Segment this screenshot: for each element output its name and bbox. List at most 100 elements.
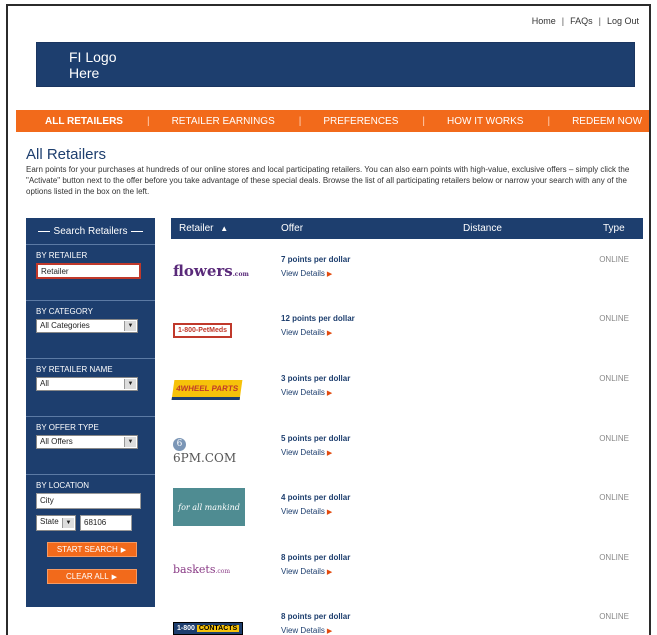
retailer-input[interactable]: Retailer (36, 263, 141, 279)
nav-separator: | (422, 115, 425, 127)
state-zip-row: State ▼ 68106 (36, 515, 147, 531)
fi-logo-placeholder[interactable]: FI Logo Here (69, 49, 116, 81)
nav-retailer-earnings[interactable]: RETAILER EARNINGS (172, 116, 275, 127)
retailer-logo-flowers[interactable]: flowers.com (173, 253, 249, 289)
view-details-link[interactable]: View Details ▶ (281, 507, 332, 516)
filter-label: BY LOCATION (36, 481, 90, 490)
arrow-right-icon: ▶ (326, 569, 333, 576)
separator: | (598, 16, 601, 26)
arrow-right-icon: ▶ (326, 450, 333, 457)
zip-input[interactable]: 68106 (80, 515, 132, 531)
6pm-logo: 66PM.COM (173, 435, 245, 465)
faqs-link[interactable]: FAQs (570, 16, 593, 26)
offer-text: 8 points per dollar (281, 553, 351, 562)
retailer-logo-baskets[interactable]: baskets.com (173, 551, 245, 587)
filter-by-offer-type: BY OFFER TYPE All Offers ▼ (26, 416, 155, 474)
table-row: 4WHEEL PARTS 3 points per dollar View De… (171, 360, 643, 420)
search-sidebar: Search Retailers BY RETAILER Retailer BY… (26, 218, 155, 607)
type-label: ONLINE (599, 314, 629, 323)
city-input[interactable]: City (36, 493, 141, 509)
nav-all-retailers[interactable]: ALL RETAILERS (45, 116, 123, 127)
view-details-link[interactable]: View Details ▶ (281, 626, 332, 635)
separator: | (561, 16, 565, 26)
arrow-right-icon: ▶ (326, 271, 333, 278)
filter-by-retailer-name: BY RETAILER NAME All ▼ (26, 358, 155, 416)
view-details-link[interactable]: View Details ▶ (281, 328, 332, 337)
column-header-offer: Offer (281, 223, 304, 234)
contacts-logo: 1-800 CONTACTS (173, 621, 244, 635)
main-nav: ALL RETAILERS | RETAILER EARNINGS | PREF… (16, 110, 649, 132)
offer-type-select[interactable]: All Offers ▼ (36, 435, 138, 449)
arrow-right-icon: ▶ (326, 509, 333, 516)
view-details-link[interactable]: View Details ▶ (281, 448, 332, 457)
nav-separator: | (146, 115, 150, 127)
retailer-logo-contacts[interactable]: 1-800 CONTACTS (173, 610, 245, 635)
type-label: ONLINE (599, 434, 629, 443)
chevron-down-icon[interactable]: ▼ (62, 518, 74, 528)
button-label: CLEAR ALL (65, 572, 109, 581)
view-details-link[interactable]: View Details ▶ (281, 269, 332, 278)
offer-text: 12 points per dollar (281, 314, 355, 323)
filter-label: BY CATEGORY (36, 307, 93, 316)
offer-text: 3 points per dollar (281, 374, 351, 383)
filter-by-location: BY LOCATION City State ▼ 68106 START SEA… (26, 474, 155, 607)
results-table-header: Retailer ▲ Offer Distance Type (171, 218, 643, 239)
filter-label: BY RETAILER NAME (36, 365, 113, 374)
baskets-logo: baskets.com (173, 562, 231, 576)
sort-ascending-icon[interactable]: ▲ (220, 224, 228, 233)
state-select[interactable]: State ▼ (36, 515, 76, 531)
link-label: View Details (281, 269, 325, 278)
view-details-link[interactable]: View Details ▶ (281, 388, 332, 397)
table-row: for all mankind 4 points per dollar View… (171, 479, 643, 539)
link-label: View Details (281, 507, 325, 516)
home-link[interactable]: Home (532, 16, 556, 26)
retailer-logo-6pm[interactable]: 66PM.COM (173, 432, 245, 468)
intro-text: Earn points for your purchases at hundre… (26, 165, 630, 196)
retailer-logo-4wheel[interactable]: 4WHEEL PARTS (171, 372, 245, 408)
select-value: All (40, 379, 49, 388)
sidebar-title: Search Retailers (26, 218, 155, 244)
offer-text: 4 points per dollar (281, 493, 351, 502)
retailer-logo-for-all-mankind[interactable]: for all mankind (173, 488, 245, 526)
view-details-link[interactable]: View Details ▶ (281, 567, 332, 576)
table-row: 66PM.COM 5 points per dollar View Detail… (171, 420, 643, 480)
table-row: baskets.com 8 points per dollar View Det… (171, 539, 643, 599)
clear-all-button[interactable]: CLEAR ALL ▶ (46, 569, 137, 584)
filter-by-category: BY CATEGORY All Categories ▼ (26, 300, 155, 358)
type-label: ONLINE (599, 553, 629, 562)
nav-redeem-now[interactable]: REDEEM NOW (572, 116, 642, 127)
column-label: Retailer (179, 223, 214, 234)
nav-preferences[interactable]: PREFERENCES (323, 116, 398, 127)
arrow-right-icon: ▶ (120, 546, 127, 554)
table-row: 1-800-PetMeds 12 points per dollar View … (171, 300, 643, 360)
logo-text: 6PM.COM (173, 451, 237, 465)
category-select[interactable]: All Categories ▼ (36, 319, 138, 333)
offer-text: 7 points per dollar (281, 255, 351, 264)
page-title: All Retailers (26, 146, 107, 163)
chevron-down-icon[interactable]: ▼ (124, 379, 136, 389)
chevron-down-icon[interactable]: ▼ (124, 321, 136, 331)
retailer-name-select[interactable]: All ▼ (36, 377, 138, 391)
select-value: All Offers (40, 437, 73, 446)
flowers-logo: flowers.com (173, 262, 249, 280)
logout-link[interactable]: Log Out (607, 16, 639, 26)
header-banner: FI Logo Here (36, 42, 635, 87)
filter-by-retailer: BY RETAILER Retailer (26, 244, 155, 300)
column-header-type: Type (603, 223, 625, 234)
chevron-down-icon[interactable]: ▼ (124, 437, 136, 447)
logo-text: baskets (173, 562, 216, 576)
table-row: flowers.com 7 points per dollar View Det… (171, 241, 643, 301)
sidebar-title-text: Search Retailers (53, 225, 128, 237)
retailer-logo-petmeds[interactable]: 1-800-PetMeds (173, 312, 245, 348)
type-label: ONLINE (599, 493, 629, 502)
select-value: State (40, 517, 59, 526)
nav-how-it-works[interactable]: HOW IT WORKS (447, 116, 523, 127)
filter-label: BY RETAILER (36, 251, 88, 260)
start-search-button[interactable]: START SEARCH ▶ (46, 542, 137, 557)
link-label: View Details (281, 448, 325, 457)
nav-separator: | (547, 115, 551, 127)
offer-text: 5 points per dollar (281, 434, 351, 443)
page-frame: Home | FAQs | Log Out FI Logo Here ALL RETAI… (6, 4, 651, 635)
column-header-retailer[interactable]: Retailer ▲ (179, 223, 228, 234)
logo-text: CONTACTS (196, 624, 240, 632)
